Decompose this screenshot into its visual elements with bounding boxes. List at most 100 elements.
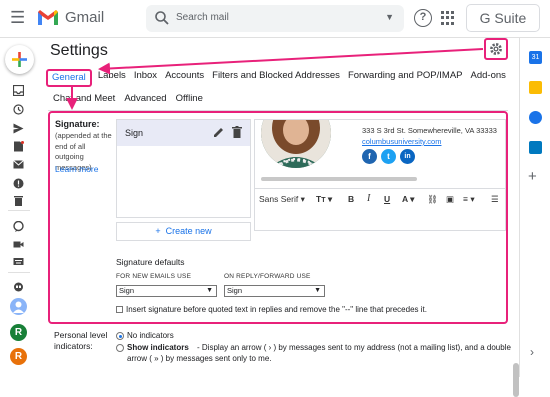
tab-advanced[interactable]: Advanced — [121, 92, 172, 106]
gsuite-account-button[interactable]: G Suite — [466, 4, 540, 32]
help-icon[interactable]: ? — [414, 9, 432, 27]
right-side-panel: 31 + — [519, 38, 550, 377]
left-rail: R R — [0, 38, 38, 377]
signature-url-link[interactable]: columbusuniversity.com — [362, 137, 441, 146]
tab-general[interactable]: General — [46, 69, 92, 87]
tasks-icon[interactable] — [529, 111, 542, 124]
settings-tabs-row-1: General Labels Inbox Accounts Filters an… — [46, 69, 510, 87]
signature-list: Sign — [116, 119, 251, 218]
trello-icon[interactable] — [529, 141, 542, 154]
chat-icon[interactable] — [13, 221, 24, 232]
settings-main: Settings General Labels Inbox Accounts F… — [38, 38, 519, 397]
delete-trash-icon[interactable] — [232, 126, 242, 138]
keep-icon[interactable] — [529, 81, 542, 94]
insert-before-quoted-label: Insert signature before quoted text in r… — [126, 305, 427, 314]
tab-offline[interactable]: Offline — [173, 92, 209, 106]
rail-divider — [8, 210, 30, 211]
compose-plus-icon — [12, 52, 27, 67]
page-vertical-scrollbar[interactable] — [513, 363, 519, 397]
compose-button[interactable] — [5, 45, 34, 74]
tab-filters[interactable]: Filters and Blocked Addresses — [208, 69, 344, 87]
tab-accounts[interactable]: Accounts — [161, 69, 208, 87]
signature-defaults-title: Signature defaults — [116, 257, 185, 267]
facebook-icon[interactable]: f — [362, 149, 377, 164]
settings-gear-icon[interactable] — [484, 38, 508, 60]
insert-before-quoted-checkbox[interactable] — [116, 306, 123, 314]
contact-avatar[interactable]: R — [10, 348, 27, 365]
no-indicators-radio[interactable] — [116, 332, 124, 340]
personal-indicators-label: Personal level indicators: — [54, 330, 108, 351]
plus-icon: + — [155, 226, 166, 236]
insert-image-icon[interactable]: ▣ — [446, 194, 454, 205]
tab-chat-and-meet[interactable]: Chat and Meet — [50, 92, 121, 106]
drafts-icon[interactable] — [13, 141, 24, 152]
app-name: Gmail — [65, 9, 105, 26]
insert-before-quoted-option[interactable]: Insert signature before quoted text in r… — [116, 305, 427, 314]
keyboard-icon[interactable] — [13, 256, 24, 267]
new-emails-label: FOR NEW EMAILS USE — [116, 273, 192, 280]
show-indicators-radio[interactable] — [116, 344, 124, 352]
chevron-down-icon: ▼ — [314, 287, 321, 294]
all-mail-icon[interactable] — [13, 159, 24, 170]
main-menu-icon[interactable]: ☰ — [10, 9, 28, 27]
reply-forward-label: ON REPLY/FORWARD USE — [224, 273, 311, 280]
tab-inbox[interactable]: Inbox — [130, 69, 161, 87]
sent-icon[interactable] — [13, 123, 24, 134]
spam-icon[interactable] — [13, 178, 24, 189]
add-addons-icon[interactable]: + — [528, 168, 537, 185]
reply-signature-select[interactable]: Sign ▼ — [224, 285, 325, 297]
align-icon[interactable]: ≡ ▾ — [463, 194, 475, 205]
signature-label: Signature: — [55, 119, 100, 129]
numbered-list-icon[interactable]: ☰ — [491, 194, 499, 205]
trash-icon[interactable] — [13, 195, 24, 206]
apps-grid-icon[interactable] — [441, 11, 455, 25]
profile-photo — [261, 120, 331, 168]
contact-avatar[interactable]: R — [10, 324, 27, 341]
hangouts-icon[interactable] — [13, 282, 24, 293]
inbox-icon[interactable] — [13, 85, 24, 96]
search-options-icon[interactable]: ▼ — [385, 12, 394, 22]
snoozed-icon[interactable] — [13, 104, 24, 115]
show-indicators-description: - Display an arrow ( › ) by messages sen… — [197, 343, 511, 352]
calendar-icon[interactable]: 31 — [529, 51, 542, 64]
tab-forwarding[interactable]: Forwarding and POP/IMAP — [344, 69, 467, 87]
font-family-select[interactable]: Sans Serif ▾ — [259, 194, 305, 205]
linkedin-icon[interactable]: in — [400, 149, 415, 164]
bold-icon[interactable]: B — [348, 194, 354, 204]
create-new-signature-button[interactable]: + Create new — [116, 222, 251, 241]
tab-addons[interactable]: Add-ons — [467, 69, 510, 87]
no-indicators-label: No indicators — [127, 331, 174, 340]
new-emails-signature-select[interactable]: Sign ▼ — [116, 285, 217, 297]
tab-labels[interactable]: Labels — [94, 69, 130, 87]
chevron-right-icon[interactable]: › — [530, 345, 534, 359]
text-color-icon[interactable]: A ▾ — [402, 194, 414, 205]
show-indicators-label: Show indicators — [127, 343, 189, 352]
settings-tabs-row-2: Chat and Meet Advanced Offline — [50, 92, 209, 106]
chevron-down-icon: ▼ — [206, 287, 213, 294]
editor-horizontal-scrollbar[interactable] — [261, 177, 417, 181]
signature-section: Signature: (appended at the end of all o… — [48, 111, 519, 397]
page-title: Settings — [50, 42, 108, 59]
twitter-icon[interactable]: t — [381, 149, 396, 164]
formatting-toolbar: Sans Serif ▾ TT ▾ B I U A ▾ ⛓ ▣ ≡ ▾ ☰ — [255, 188, 505, 210]
create-new-label: Create new — [165, 226, 212, 236]
top-bar: ☰ Gmail Search mail ▼ ? G Suite — [0, 0, 550, 38]
gmail-logo-icon[interactable] — [37, 9, 59, 26]
signature-editor[interactable]: 333 S 3rd St. Somewhereville, VA 33333 c… — [254, 119, 506, 231]
learn-more-link[interactable]: Learn more — [55, 164, 98, 174]
font-size-icon[interactable]: TT ▾ — [316, 194, 332, 205]
signature-name: Sign — [125, 128, 144, 138]
signature-address: 333 S 3rd St. Somewhereville, VA 33333 — [362, 126, 497, 135]
avatar[interactable] — [10, 298, 27, 315]
rail-divider-2 — [8, 272, 30, 273]
edit-pencil-icon[interactable] — [213, 127, 224, 138]
search-input[interactable]: Search mail — [176, 12, 229, 23]
search-icon[interactable] — [154, 10, 170, 26]
meet-video-icon[interactable] — [13, 239, 24, 250]
underline-icon[interactable]: U — [384, 194, 390, 204]
link-icon[interactable]: ⛓ — [427, 194, 438, 205]
italic-icon[interactable]: I — [367, 193, 370, 204]
signature-list-item[interactable]: Sign — [117, 120, 250, 146]
search-bar[interactable]: Search mail ▼ — [146, 5, 404, 32]
show-indicators-description-2: arrow ( » ) by messages sent only to me. — [127, 354, 272, 363]
